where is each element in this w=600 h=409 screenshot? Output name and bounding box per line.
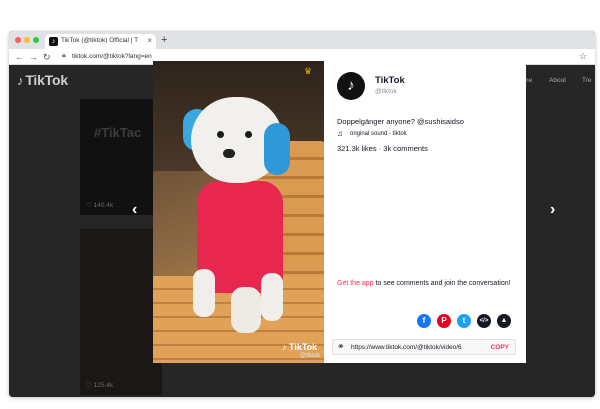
video-thumbnail[interactable]: #TikTac ♡ 140.4k [80,99,162,215]
sound-link[interactable]: original sound - tiktok [350,131,407,137]
account-handle[interactable]: @tiktok [375,88,397,95]
next-video-arrow-icon[interactable]: › [550,201,555,219]
screenshot-stage: ♪ TikTok (@tiktok) Official | T × + ← → … [0,0,600,409]
pinterest-icon[interactable]: P [437,314,451,328]
video-watermark-text: TikTok [289,342,318,352]
video-thumbnail[interactable]: ♡ 125.4k [80,229,162,395]
video-player[interactable]: ♛ ♪ TikTok @tiktok [153,61,324,363]
video-info-panel: ♪ TikTok @tiktok Doppelgänger anyone? @s… [324,61,526,363]
thumbnail-likes-count: 140.4k [93,202,114,209]
tiktok-logo-icon: ♪ [17,73,24,88]
tab-bar: ♪ TikTok (@tiktok) Official | T × + [9,31,595,49]
heart-icon: ♡ [86,202,94,209]
share-link-field: ⚭ https://www.tiktok.com/@tiktok/video/6… [332,339,516,355]
dog-eye-shape [245,131,252,138]
thumbnail-likes: ♡ 140.4k [86,201,113,209]
tiktok-favicon-icon: ♪ [49,37,58,46]
dog-leg-shape [193,269,215,317]
maximize-window-button[interactable] [33,37,39,43]
tab-tiktok[interactable]: ♪ TikTok (@tiktok) Official | T × [45,34,156,49]
thumbnail-overlay-text: #TikTac [94,125,142,140]
avatar[interactable]: ♪ [337,72,365,100]
site-logo-text: TikTok [25,72,68,88]
tab-close-icon[interactable]: × [147,36,152,45]
get-app-prompt: Get the app to see comments and join the… [337,279,513,289]
video-caption: Doppelgänger anyone? @sushisaidso [337,117,464,126]
thumbnail-likes: ♡ 125.4k [86,381,113,389]
music-note-icon: ♫ [337,129,343,138]
video-stats: 321.3k likes · 3k comments [337,144,428,153]
more-icon[interactable]: ▲ [497,314,511,328]
site-logo[interactable]: ♪ TikTok [17,72,68,88]
get-app-text: to see comments and join the conversatio… [373,280,511,287]
minimize-window-button[interactable] [24,37,30,43]
link-icon: ⚭ [337,341,345,351]
tiktok-logo-icon: ♪ [282,342,290,352]
back-button[interactable]: ← [15,51,24,63]
url-input[interactable]: tiktok.com/@tiktok?lang=en [72,53,152,60]
nav-trending-link[interactable]: Tre [582,77,592,84]
facebook-icon[interactable]: f [417,314,431,328]
heart-icon: ♡ [86,382,94,389]
crown-icon: ♛ [304,66,313,76]
close-window-button[interactable] [15,37,21,43]
lock-icon: 🔒︎ [62,52,66,59]
share-url-input[interactable]: https://www.tiktok.com/@tiktok/video/6 [351,344,477,351]
forward-button[interactable]: → [29,51,38,63]
dog-nose-shape [223,149,235,158]
bookmark-star-icon[interactable]: ☆ [579,51,587,62]
thumbnail-likes-count: 125.4k [93,382,114,389]
tab-title: TikTok (@tiktok) Official | T [61,37,139,44]
nav-about-link[interactable]: About [549,77,566,84]
twitter-icon[interactable]: t [457,314,471,328]
embed-icon[interactable]: </> [477,314,491,328]
new-tab-button[interactable]: + [161,33,167,47]
dog-leg-shape [261,273,283,321]
dog-ear-shape [264,123,290,175]
previous-video-arrow-icon[interactable]: ‹ [132,201,137,219]
get-app-link[interactable]: Get the app [337,280,374,287]
copy-link-button[interactable]: COPY [491,344,509,351]
account-name[interactable]: TikTok [375,75,405,86]
reload-button[interactable]: ↻ [43,51,51,63]
video-watermark-handle: @tiktok [300,353,321,359]
video-watermark: ♪ TikTok [282,342,317,352]
video-modal: ♛ ♪ TikTok @tiktok ♪ TikTok @tiktok Dopp… [153,61,526,363]
dog-paw-shape [231,287,261,333]
dog-eye-shape [217,131,224,138]
